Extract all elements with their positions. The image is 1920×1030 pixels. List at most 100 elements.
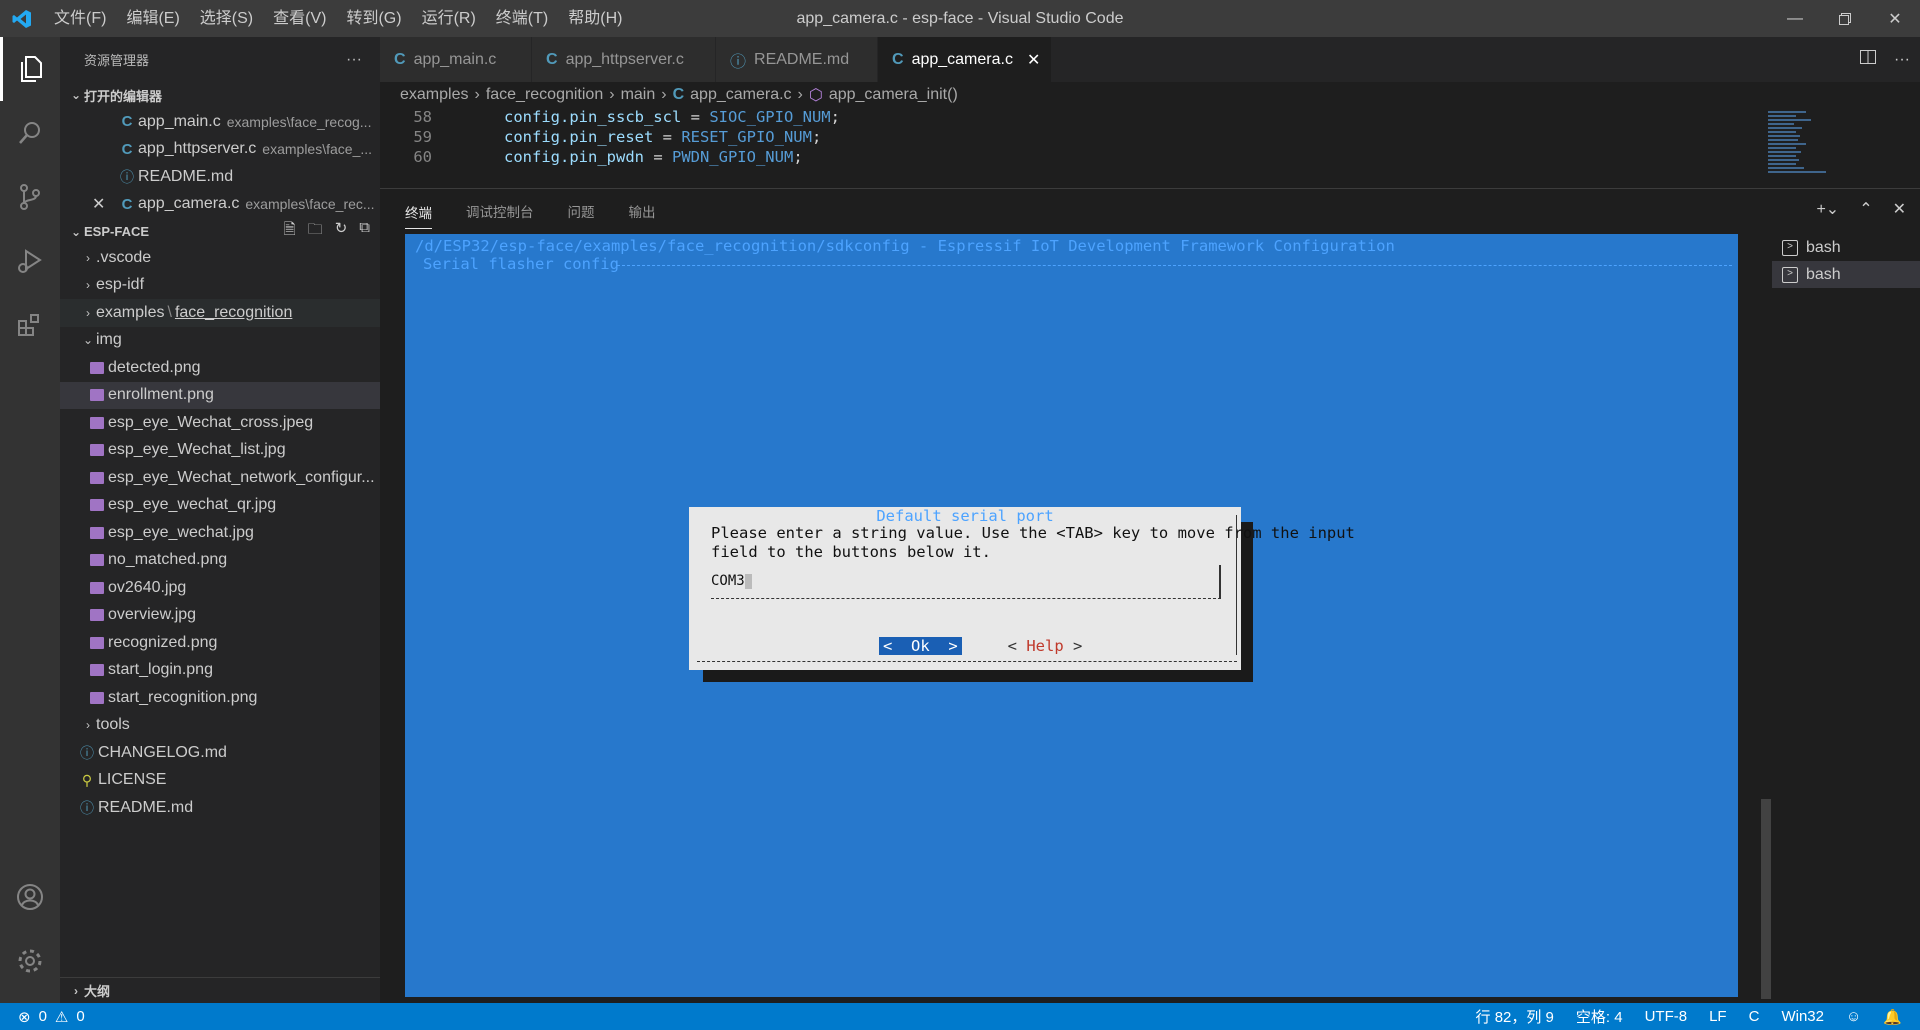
menu-go[interactable]: 转到(G) <box>336 0 411 37</box>
tree-folder[interactable]: ⌄ img <box>60 327 380 355</box>
outline-header[interactable]: › 大纲 <box>60 977 380 1003</box>
end-of-line[interactable]: LF <box>1709 1008 1727 1025</box>
terminal-view[interactable]: /d/ESP32/esp-face/examples/face_recognit… <box>405 234 1738 997</box>
tab-app-main[interactable]: Capp_main.c <box>380 37 532 82</box>
tree-file[interactable]: ⚲ LICENSE <box>60 767 380 795</box>
menu-selection[interactable]: 选择(S) <box>190 0 263 37</box>
close-panel-icon[interactable]: ✕ <box>1893 199 1906 219</box>
breadcrumb-item[interactable]: face_recognition <box>486 86 603 104</box>
open-editor-item[interactable]: Capp_httpserver.c examples\face_... <box>60 136 380 164</box>
tree-file[interactable]: ov2640.jpg <box>60 574 380 602</box>
tree-folder[interactable]: › tools <box>60 712 380 740</box>
tree-folder[interactable]: › .vscode <box>60 244 380 272</box>
menu-file[interactable]: 文件(F) <box>44 0 116 37</box>
source-control-icon[interactable] <box>0 165 60 229</box>
tree-file[interactable]: ⓘ README.md <box>60 794 380 822</box>
more-actions-icon[interactable]: ··· <box>346 51 362 69</box>
new-file-icon[interactable]: 🗎 <box>284 219 296 244</box>
tab-terminal[interactable]: 终端 <box>405 202 432 229</box>
close-window-button[interactable]: ✕ <box>1870 0 1920 37</box>
new-terminal-icon[interactable]: +⌄ <box>1816 199 1839 219</box>
menu-help[interactable]: 帮助(H) <box>558 0 632 37</box>
tab-app-camera[interactable]: Capp_camera.c ✕ <box>878 37 1052 82</box>
tree-file[interactable]: esp_eye_Wechat_network_configur... <box>60 464 380 492</box>
feedback-icon[interactable]: ☺ <box>1846 1008 1861 1025</box>
cursor-position[interactable]: 行 82，列 9 <box>1476 1006 1554 1027</box>
tab-debug-console[interactable]: 调试控制台 <box>466 201 534 221</box>
tree-file[interactable]: detected.png <box>60 354 380 382</box>
tree-file[interactable]: overview.jpg <box>60 602 380 630</box>
open-editor-item[interactable]: Capp_main.c examples\face_recog... <box>60 108 380 136</box>
extensions-icon[interactable] <box>0 293 60 357</box>
c-file-icon: C <box>394 50 406 68</box>
breadcrumb-item[interactable]: examples <box>400 86 468 104</box>
tree-file[interactable]: ⓘ CHANGELOG.md <box>60 739 380 767</box>
breadcrumb-item[interactable]: app_camera_init() <box>829 86 958 104</box>
panel-tabs: 终端 调试控制台 问题 输出 <box>380 189 1920 233</box>
ok-button[interactable]: < Ok > <box>879 637 962 655</box>
more-actions-icon[interactable]: ··· <box>1894 51 1910 69</box>
close-tab-icon[interactable]: ✕ <box>1027 50 1040 70</box>
file-name: LICENSE <box>98 771 167 789</box>
menu-terminal[interactable]: 终端(T) <box>486 0 558 37</box>
indentation[interactable]: 空格: 4 <box>1576 1006 1623 1027</box>
tree-folder[interactable]: › examples \ face_recognition <box>60 299 380 327</box>
run-debug-icon[interactable] <box>0 229 60 293</box>
tree-file[interactable]: esp_eye_wechat.jpg <box>60 519 380 547</box>
open-editor-item[interactable]: ⓘ README.md <box>60 163 380 191</box>
notifications-bell-icon[interactable]: 🔔 <box>1883 1008 1902 1026</box>
tree-folder[interactable]: › esp-idf <box>60 272 380 300</box>
menu-edit[interactable]: 编辑(E) <box>116 0 189 37</box>
chevron-right-icon: › <box>86 278 90 293</box>
collapse-all-icon[interactable]: ⧉ <box>359 219 370 244</box>
tree-file[interactable]: esp_eye_Wechat_list.jpg <box>60 437 380 465</box>
language-mode[interactable]: C <box>1749 1008 1760 1025</box>
code-view[interactable]: 58 config.pin_sscb_scl = SIOC_GPIO_NUM; … <box>380 108 1920 170</box>
open-editors-header[interactable]: ⌄ 打开的编辑器 <box>60 82 380 108</box>
refresh-icon[interactable]: ↻ <box>335 219 348 244</box>
minimap[interactable] <box>1766 108 1856 188</box>
tree-file[interactable]: enrollment.png <box>60 381 380 409</box>
tree-file[interactable]: esp_eye_Wechat_cross.jpeg <box>60 409 380 437</box>
tab-output[interactable]: 输出 <box>629 201 656 221</box>
c-file-icon: C <box>672 86 685 103</box>
problems-status[interactable]: ⊗ 0 ⚠ 0 <box>0 1008 85 1026</box>
tree-file[interactable]: recognized.png <box>60 629 380 657</box>
settings-gear-icon[interactable] <box>0 929 60 993</box>
close-editor-icon[interactable]: ✕ <box>92 194 116 214</box>
tree-file[interactable]: start_recognition.png <box>60 684 380 712</box>
help-button[interactable]: < Help > <box>1008 637 1083 655</box>
dialog-buttons: < Ok > < Help > <box>879 637 1082 655</box>
outline-title: 大纲 <box>84 984 111 999</box>
file-name: enrollment.png <box>108 386 214 404</box>
terminal-scrollbar[interactable] <box>1761 799 1771 999</box>
terminal-instance[interactable]: > bash <box>1772 234 1920 261</box>
tree-file[interactable]: no_matched.png <box>60 547 380 575</box>
open-editor-item-active[interactable]: ✕ Capp_camera.c examples\face_rec... <box>60 191 380 219</box>
workspace-header[interactable]: ⌄ ESP-FACE 🗎 🗀 ↻ ⧉ <box>60 218 380 244</box>
explorer-icon[interactable] <box>0 37 60 101</box>
tree-file[interactable]: esp_eye_wechat_qr.jpg <box>60 492 380 520</box>
menu-view[interactable]: 查看(V) <box>263 0 336 37</box>
encoding[interactable]: UTF-8 <box>1645 1008 1688 1025</box>
platform[interactable]: Win32 <box>1781 1008 1824 1025</box>
info-file-icon: ⓘ <box>120 168 134 185</box>
account-icon[interactable] <box>0 865 60 929</box>
chevron-right-icon: › <box>86 305 90 320</box>
tab-readme[interactable]: ⓘ README.md <box>716 37 878 82</box>
dialog-text: Please enter a string value. Use the <TA… <box>711 524 1355 561</box>
restore-button[interactable] <box>1820 0 1870 37</box>
tree-file[interactable]: start_login.png <box>60 657 380 685</box>
minimize-button[interactable]: — <box>1770 0 1820 37</box>
new-folder-icon[interactable]: 🗀 <box>308 219 323 244</box>
split-editor-icon[interactable] <box>1860 49 1877 70</box>
terminal-instance[interactable]: > bash <box>1772 261 1920 288</box>
serial-port-input[interactable]: COM3 <box>711 565 1221 599</box>
breadcrumb-item[interactable]: main <box>621 86 656 104</box>
tab-problems[interactable]: 问题 <box>568 201 595 221</box>
menu-run[interactable]: 运行(R) <box>412 0 486 37</box>
search-icon[interactable] <box>0 101 60 165</box>
maximize-panel-icon[interactable]: ⌃ <box>1859 199 1872 219</box>
tab-app-httpserver[interactable]: Capp_httpserver.c <box>532 37 716 82</box>
breadcrumb-item[interactable]: app_camera.c <box>690 86 791 104</box>
